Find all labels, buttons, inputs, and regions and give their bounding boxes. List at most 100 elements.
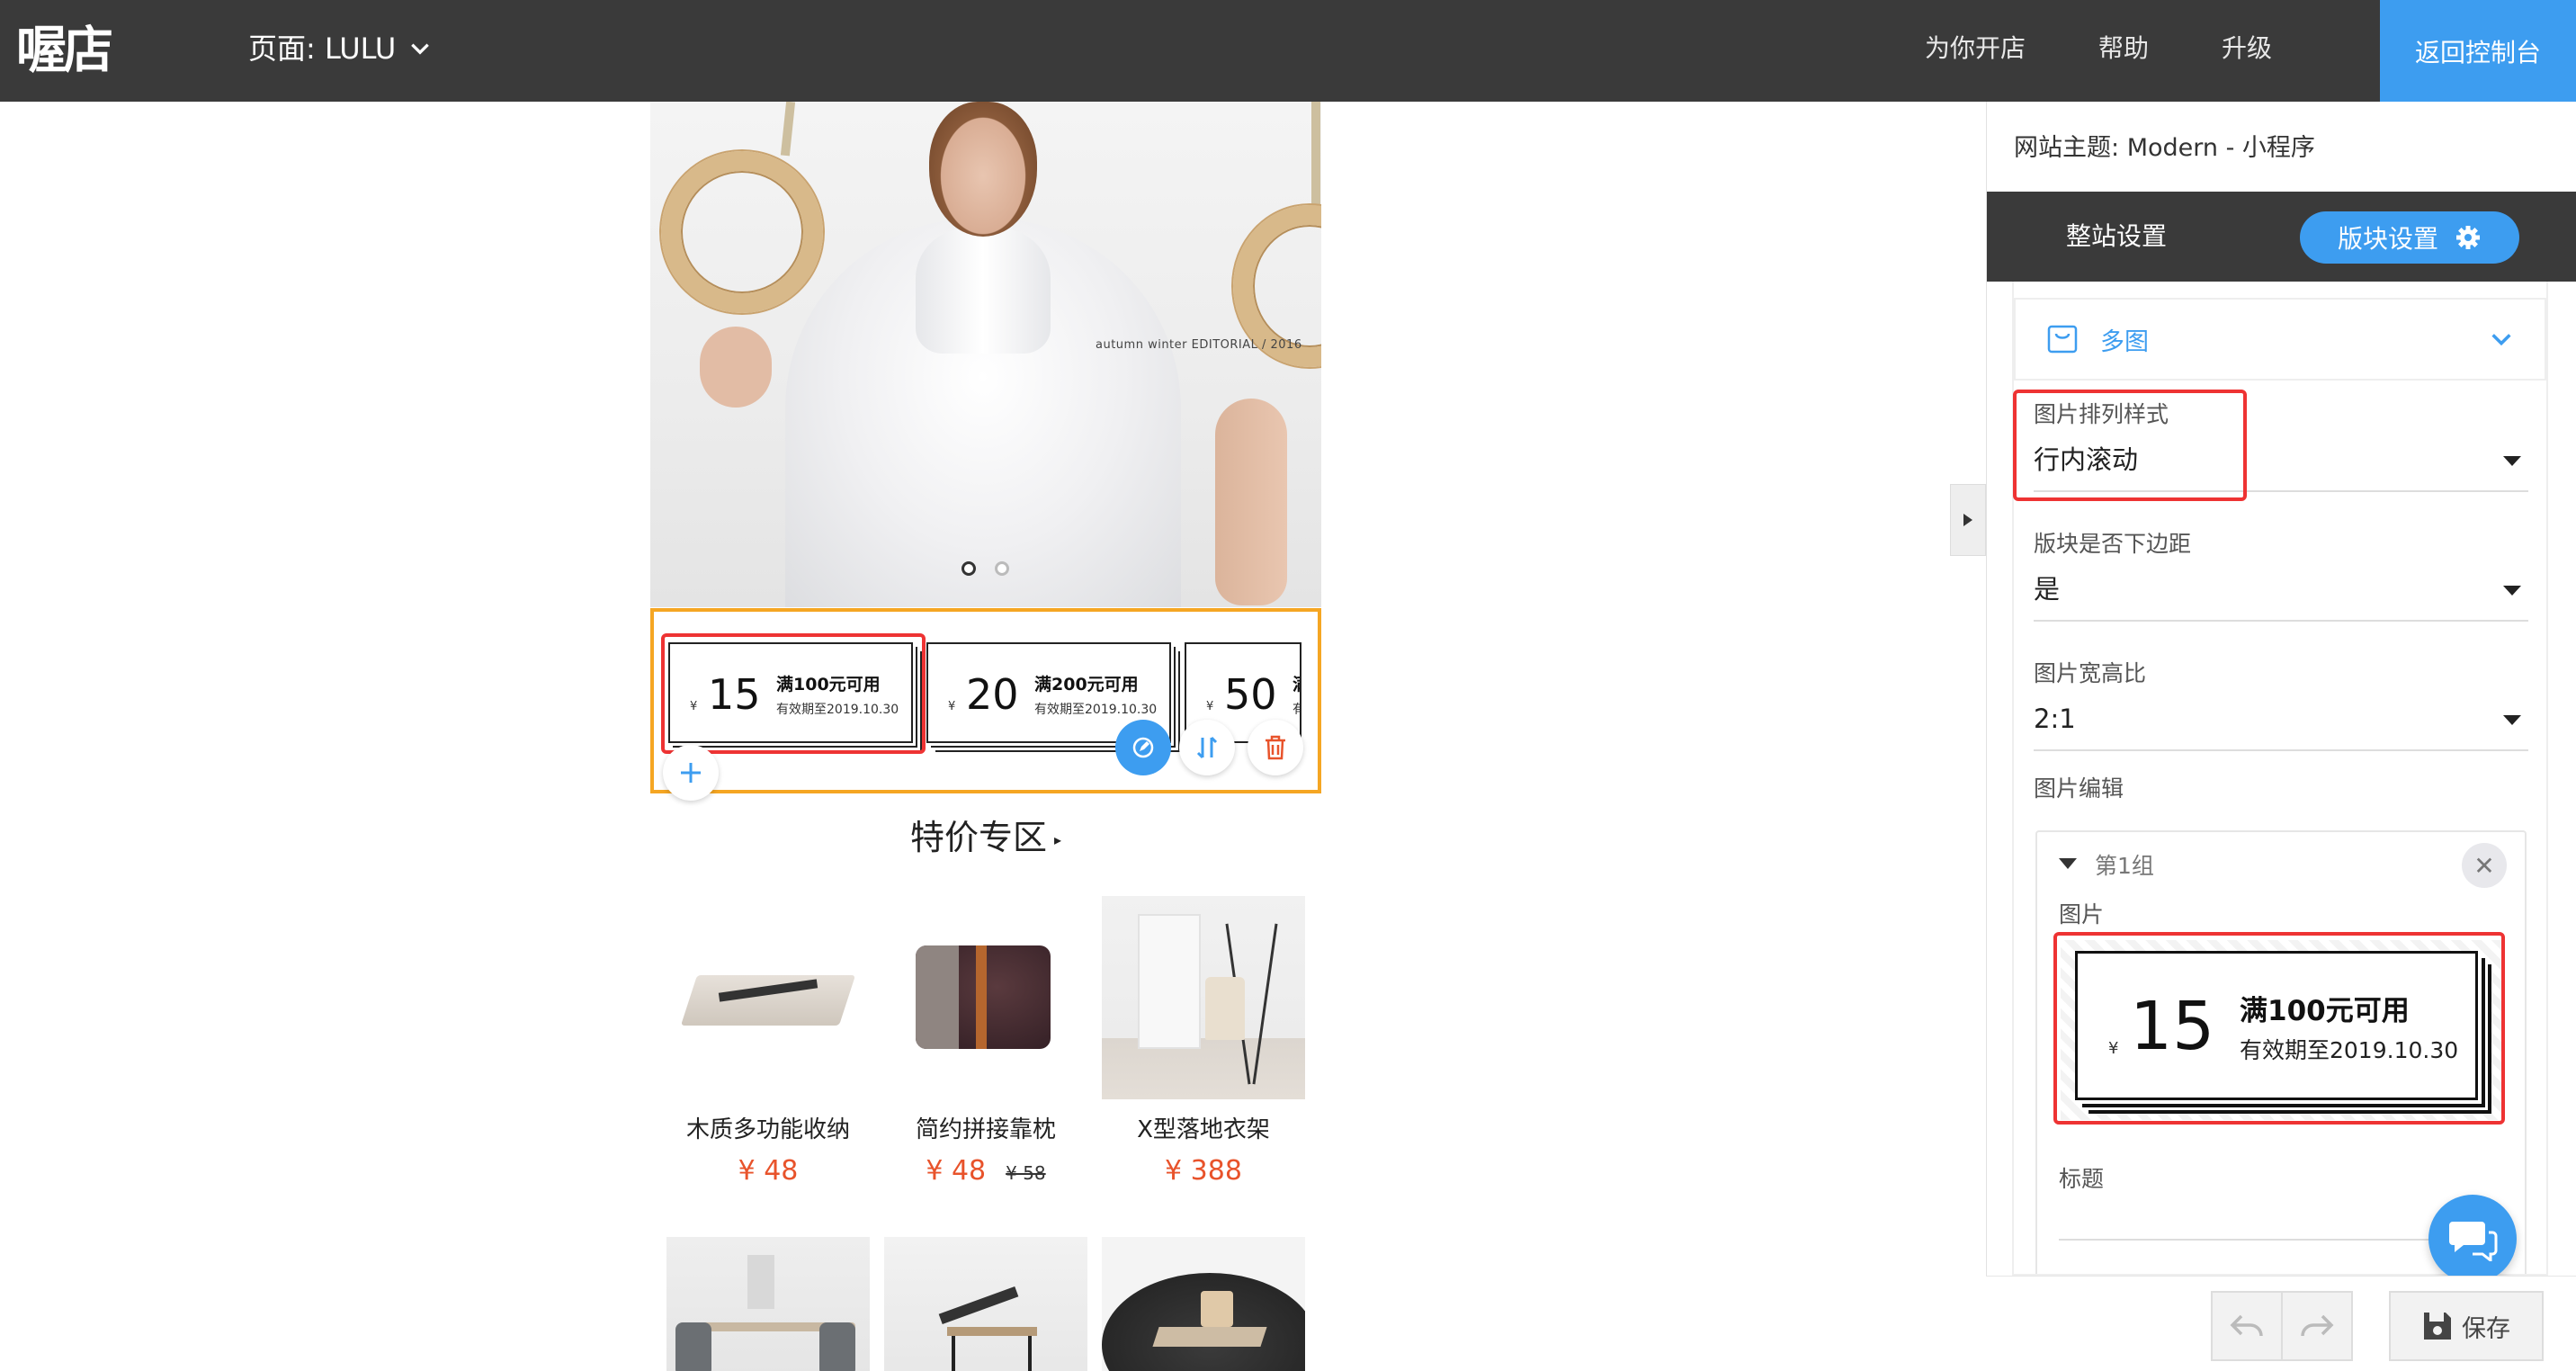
hero-caption: autumn winter EDITORIAL / 2016 xyxy=(1096,338,1302,352)
field-label: 图片宽高比 xyxy=(2034,660,2147,686)
chevron-down-icon xyxy=(411,43,430,55)
settings-tabs: 整站设置 版块设置 xyxy=(1987,192,2576,282)
title-label: 标题 xyxy=(2059,1166,2105,1192)
close-icon[interactable]: ✕ xyxy=(2462,843,2507,888)
triangle-right-icon: ▸ xyxy=(1053,830,1062,848)
tab-block-settings[interactable]: 版块设置 xyxy=(2300,211,2519,264)
product-price: ¥ 48 xyxy=(666,1153,870,1189)
gym-ring xyxy=(661,151,823,313)
save-label: 保存 xyxy=(2462,1314,2510,1343)
product-price-value: ¥ 48 xyxy=(926,1155,987,1187)
coupon-amount: 20 xyxy=(966,670,1019,719)
nav-open-store[interactable]: 为你开店 xyxy=(1925,29,2026,68)
panel-footer: 保存 xyxy=(1986,1276,2576,1371)
page-selector[interactable]: 页面: LULU xyxy=(248,29,432,68)
coupon-title: 满200元可用 xyxy=(1034,675,1139,694)
highlight-box xyxy=(661,633,926,754)
caret-right-icon xyxy=(1963,514,1972,526)
sort-block-button[interactable] xyxy=(1179,720,1235,775)
coupon-title: 满 xyxy=(1292,671,1300,695)
product-price: ¥ 48 ¥ 58 xyxy=(884,1153,1087,1191)
model-hand xyxy=(700,327,772,408)
nav-help[interactable]: 帮助 xyxy=(2098,29,2149,68)
field-image-edit: 图片编辑 xyxy=(2034,773,2528,805)
edit-block-button[interactable] xyxy=(1115,720,1171,775)
coupon-currency: ¥ xyxy=(948,700,956,713)
product-price: ¥ 388 xyxy=(1102,1153,1305,1189)
product-price-value: ¥ 388 xyxy=(1165,1155,1242,1187)
aspect-ratio-select[interactable]: 2:1 xyxy=(2034,701,2528,751)
chevron-down-icon xyxy=(2491,334,2511,346)
coupon-block-selected[interactable]: ¥ 15 满100元可用 有效期至2019.10.30 ¥ 20 满200元可用… xyxy=(650,608,1321,801)
hero-banner[interactable]: autumn winter EDITORIAL / 2016 xyxy=(650,102,1321,607)
section-title[interactable]: 特价专区 ▸ xyxy=(650,812,1321,865)
plus-icon xyxy=(681,763,701,783)
accordion-label: 多图 xyxy=(2100,327,2149,356)
settings-panel: 网站主题: Modern - 小程序 整站设置 版块设置 多图 图片排列样式 行… xyxy=(1986,102,2576,1371)
chat-bubble-icon xyxy=(2449,1222,2498,1261)
image-label: 图片 xyxy=(2059,901,2105,927)
carousel-dot[interactable] xyxy=(995,561,1009,576)
shopping-bag-icon xyxy=(2047,325,2078,354)
theme-label: 网站主题: xyxy=(2014,134,2120,162)
gear-icon xyxy=(2456,226,2480,249)
product-card[interactable]: 木质多功能收纳 ¥ 48 xyxy=(666,896,870,1189)
accordion-multi-image[interactable]: 多图 xyxy=(2014,298,2546,381)
coupon-validity: 有效期至2019.10.30 xyxy=(1034,703,1158,717)
product-card[interactable]: X型落地衣架 ¥ 388 xyxy=(1102,896,1305,1189)
product-price-value: ¥ 48 xyxy=(738,1155,799,1187)
redo-button[interactable] xyxy=(2281,1291,2353,1361)
tab-site-settings[interactable]: 整站设置 xyxy=(2066,215,2167,258)
undo-button[interactable] xyxy=(2211,1291,2283,1361)
add-item-button[interactable] xyxy=(663,745,719,801)
back-to-console-button[interactable]: 返回控制台 xyxy=(2380,0,2576,102)
pencil-icon xyxy=(1132,737,1154,758)
group-header[interactable]: 第1组 xyxy=(2059,848,2154,881)
product-image[interactable] xyxy=(1102,1237,1305,1371)
field-bottom-margin: 版块是否下边距 是 xyxy=(2034,528,2528,622)
collapse-panel-tab[interactable] xyxy=(1950,484,1986,556)
theme-value: Modern - 小程序 xyxy=(2126,134,2315,162)
caret-down-icon xyxy=(2503,456,2521,466)
bottom-margin-select[interactable]: 是 xyxy=(2034,571,2528,622)
group-name: 第1组 xyxy=(2095,853,2154,879)
product-image xyxy=(666,896,870,1099)
sort-icon xyxy=(1196,736,1218,759)
nav-upgrade[interactable]: 升级 xyxy=(2222,29,2272,68)
coupon-currency: ¥ xyxy=(1206,700,1214,713)
rope xyxy=(780,102,796,157)
page-selector-label: 页面: LULU xyxy=(248,31,397,66)
field-label: 版块是否下边距 xyxy=(2034,531,2192,557)
save-button[interactable]: 保存 xyxy=(2389,1291,2544,1361)
page-preview: autumn winter EDITORIAL / 2016 ¥ 15 满100… xyxy=(650,102,1321,1371)
section-title-text: 特价专区 xyxy=(909,818,1047,857)
theme-info: 网站主题: Modern - 小程序 xyxy=(2014,130,2315,166)
caret-down-icon xyxy=(2503,715,2521,725)
highlight-box xyxy=(2053,932,2505,1125)
caret-down-icon xyxy=(2503,586,2521,596)
product-name: 简约拼接靠枕 xyxy=(915,1116,1056,1143)
model-arm xyxy=(1215,399,1287,605)
carousel-dot-active[interactable] xyxy=(962,561,976,576)
highlight-box xyxy=(2013,390,2247,501)
product-image[interactable] xyxy=(884,1237,1087,1371)
product-old-price: ¥ 58 xyxy=(1006,1162,1046,1184)
floppy-disk-icon xyxy=(2424,1313,2451,1340)
undo-icon xyxy=(2230,1314,2263,1337)
chat-button[interactable] xyxy=(2428,1195,2517,1283)
product-card[interactable]: 简约拼接靠枕 ¥ 48 ¥ 58 xyxy=(884,896,1087,1191)
coupon-amount: 50 xyxy=(1224,670,1277,719)
field-value: 是 xyxy=(2034,574,2061,605)
product-image[interactable] xyxy=(666,1237,870,1371)
product-name: X型落地衣架 xyxy=(1137,1116,1270,1143)
product-name: 木质多功能收纳 xyxy=(685,1116,850,1143)
field-aspect-ratio: 图片宽高比 2:1 xyxy=(2034,658,2528,751)
model-collar xyxy=(916,228,1051,354)
redo-icon xyxy=(2301,1314,2334,1337)
app-root: 喔店 页面: LULU 为你开店 帮助 升级 返回控制台 autumn wint… xyxy=(0,0,2576,1371)
logo[interactable]: 喔店 xyxy=(16,22,113,81)
delete-block-button[interactable] xyxy=(1248,720,1303,775)
tab-block-settings-label: 版块设置 xyxy=(2337,224,2438,254)
field-value: 2:1 xyxy=(2034,703,2076,734)
caret-down-icon xyxy=(2059,858,2077,869)
